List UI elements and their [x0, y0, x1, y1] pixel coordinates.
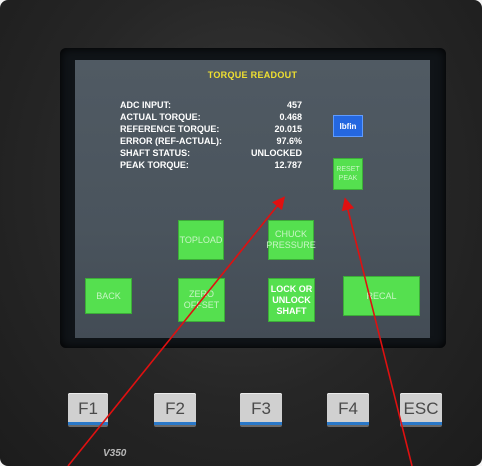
- annotation-arrows: [67, 196, 413, 466]
- arrow-to-reset-peak: [341, 197, 413, 466]
- arrow-to-peak-torque: [67, 196, 286, 466]
